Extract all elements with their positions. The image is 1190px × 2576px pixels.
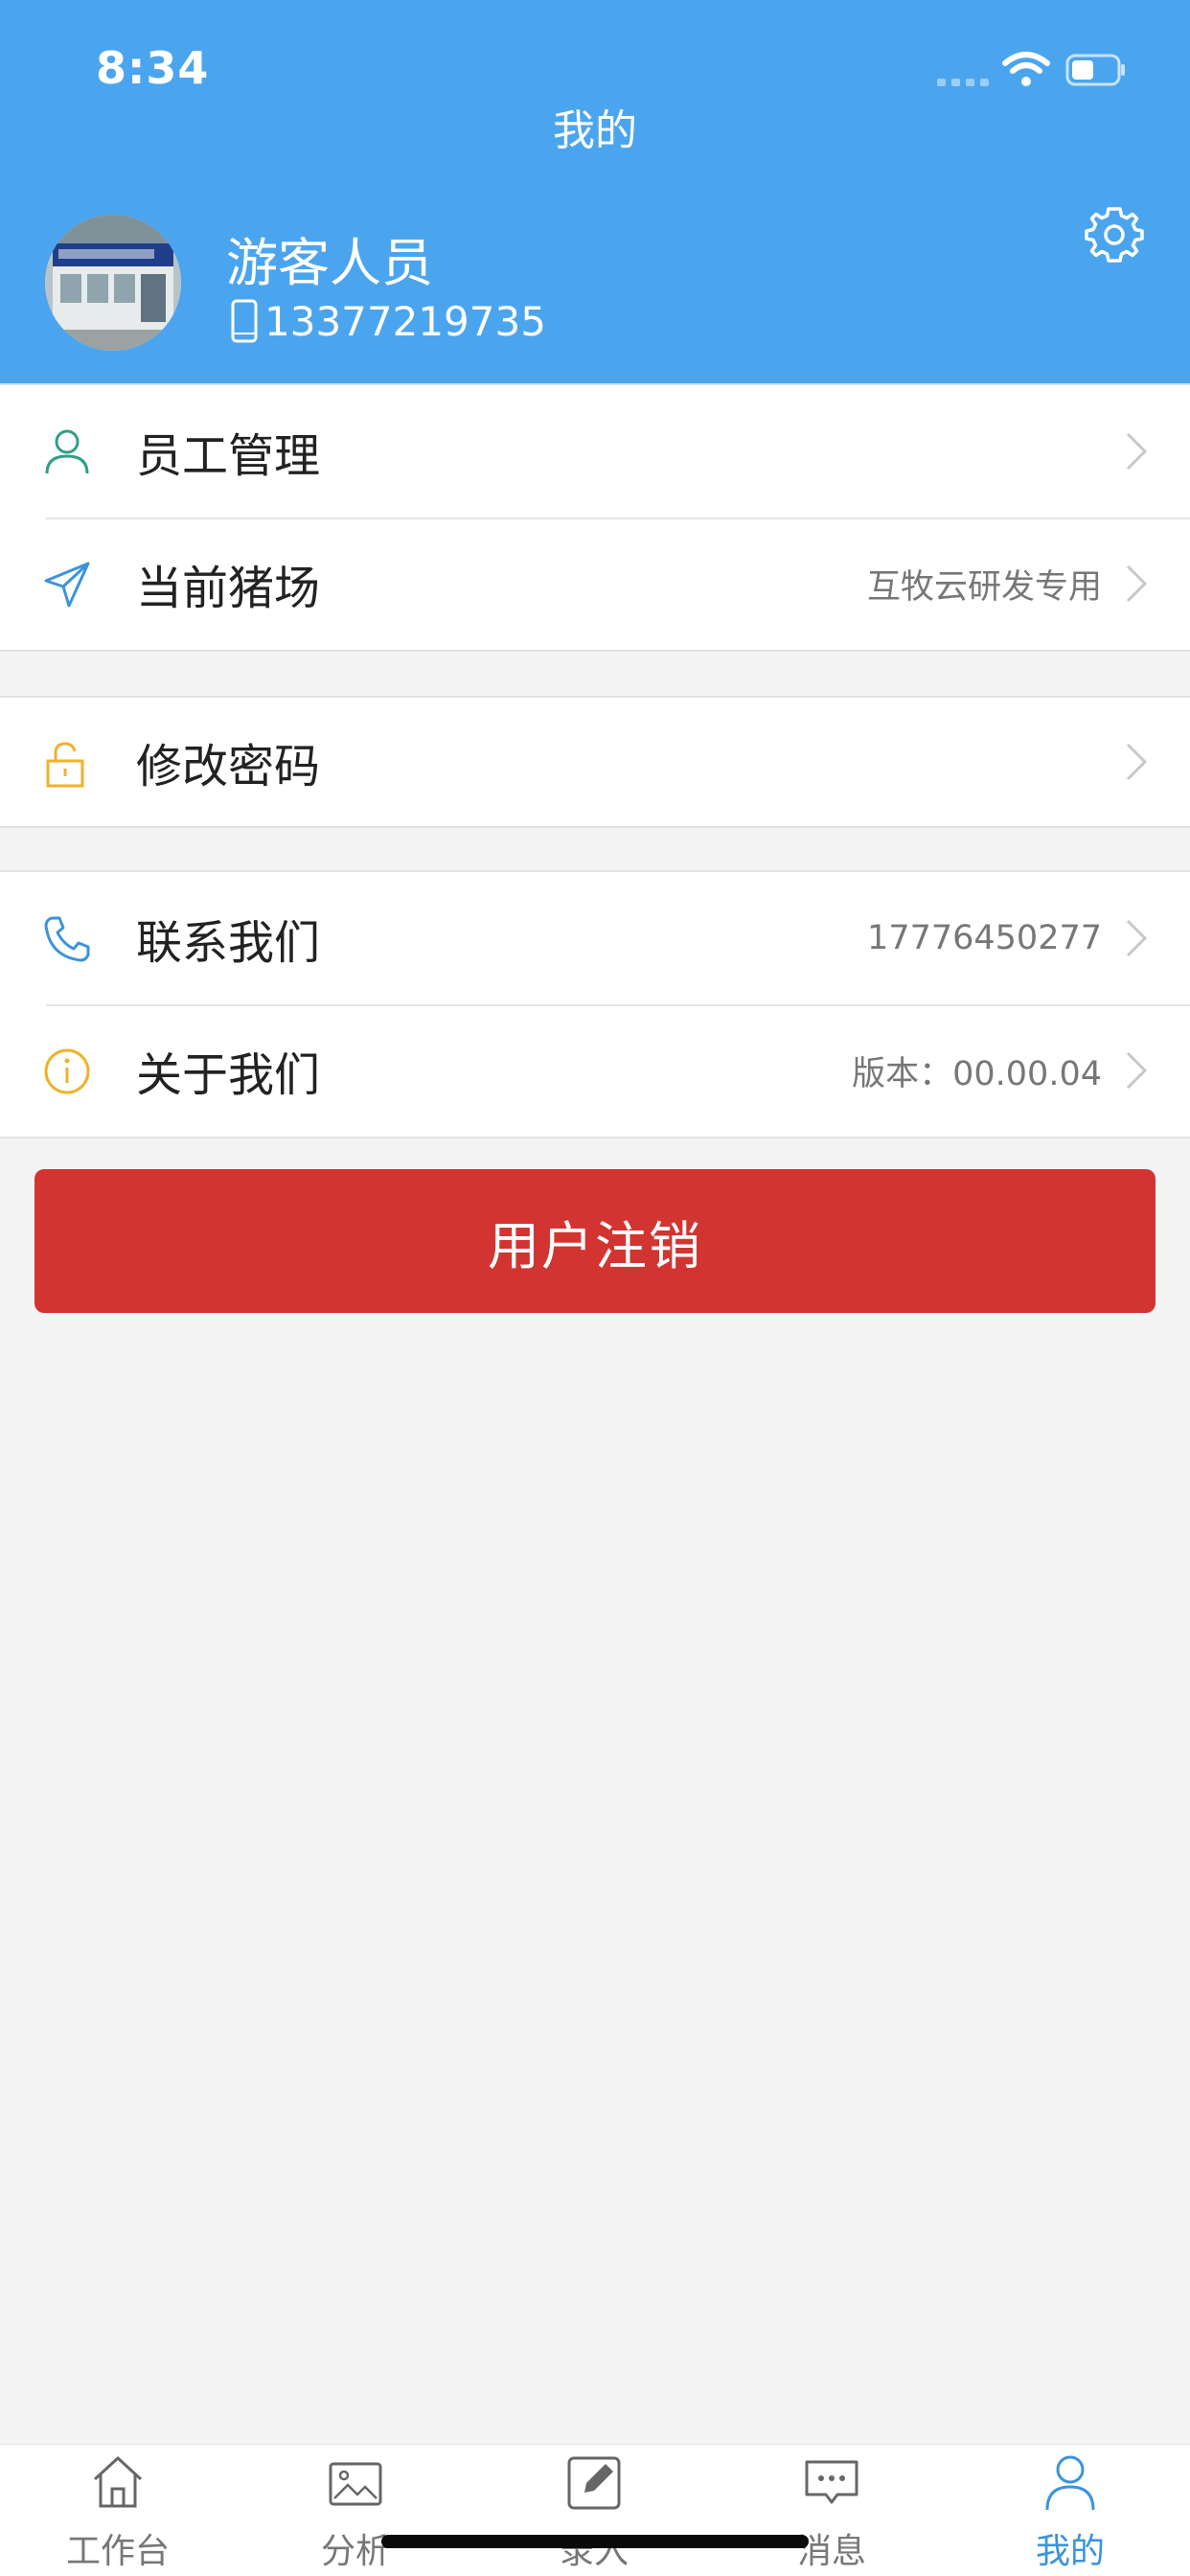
version-value: 版本：00.00.04 (852, 1054, 1102, 1093)
contact-phone-value: 17776450277 (867, 919, 1102, 957)
info-icon (44, 1048, 90, 1094)
settings-gear-icon[interactable] (1083, 203, 1146, 266)
wifi-icon (1002, 52, 1050, 86)
user-phone-row: 13377219735 (230, 297, 546, 345)
user-phone: 13377219735 (264, 297, 546, 345)
row-label: 员工管理 (136, 429, 321, 483)
mobile-phone-icon (231, 299, 258, 343)
tab-entry[interactable]: 录入 (498, 2445, 690, 2576)
row-current-farm[interactable]: 当前猪场 互牧云研发专用 (0, 518, 1190, 650)
row-label: 修改密码 (136, 740, 321, 794)
tab-workbench[interactable]: 工作台 (22, 2445, 214, 2576)
chevron-right-icon (1126, 432, 1148, 471)
battery-icon (1065, 54, 1125, 86)
section-security: 修改密码 (0, 696, 1190, 828)
tab-label: 工作台 (65, 2532, 170, 2571)
signal-icon (937, 79, 991, 86)
row-contact-us[interactable]: 联系我们 17776450277 (0, 872, 1190, 1004)
user-name: 游客人员 (226, 233, 433, 293)
image-icon (329, 2462, 382, 2506)
chevron-right-icon (1126, 1051, 1148, 1090)
row-staff-management[interactable]: 员工管理 (0, 385, 1190, 518)
chevron-right-icon (1126, 743, 1148, 781)
tab-label: 消息 (796, 2532, 866, 2571)
tab-mine[interactable]: 我的 (974, 2445, 1166, 2576)
row-about-us[interactable]: 关于我们 版本：00.00.04 (0, 1004, 1190, 1137)
tab-label: 分析 (320, 2532, 390, 2571)
logout-button[interactable]: 用户注销 (34, 1169, 1156, 1313)
avatar[interactable] (45, 215, 181, 351)
page-title: 我的 (553, 106, 637, 155)
chevron-right-icon (1126, 564, 1148, 603)
row-label: 当前猪场 (136, 562, 321, 615)
section-account: 员工管理 当前猪场 互牧云研发专用 (0, 383, 1190, 652)
edit-icon (567, 2456, 621, 2510)
row-label: 联系我们 (136, 916, 321, 970)
tab-analysis[interactable]: 分析 (260, 2445, 451, 2576)
section-about: 联系我们 17776450277 关于我们 版本：00.00.04 (0, 870, 1190, 1138)
row-label: 关于我们 (136, 1048, 321, 1102)
phone-icon (44, 916, 90, 962)
tab-label: 录入 (559, 2532, 629, 2571)
row-change-password[interactable]: 修改密码 (0, 698, 1190, 826)
tab-messages[interactable]: 消息 (736, 2445, 927, 2576)
person-icon (45, 429, 89, 474)
header-bar: 8:34 我的 游客人员 13377219735 (0, 0, 1190, 385)
unlock-icon (46, 742, 84, 788)
chevron-right-icon (1126, 919, 1148, 957)
message-icon (805, 2460, 858, 2504)
status-time: 8:34 (96, 42, 210, 94)
home-icon (93, 2456, 143, 2508)
home-indicator[interactable] (381, 2535, 809, 2548)
navigation-arrow-icon (44, 562, 90, 608)
person-icon (1045, 2455, 1095, 2511)
current-farm-value: 互牧云研发专用 (866, 567, 1102, 607)
tab-label: 我的 (1035, 2532, 1105, 2571)
tab-bar: 工作台 分析 录入 消息 我的 (0, 2444, 1190, 2576)
